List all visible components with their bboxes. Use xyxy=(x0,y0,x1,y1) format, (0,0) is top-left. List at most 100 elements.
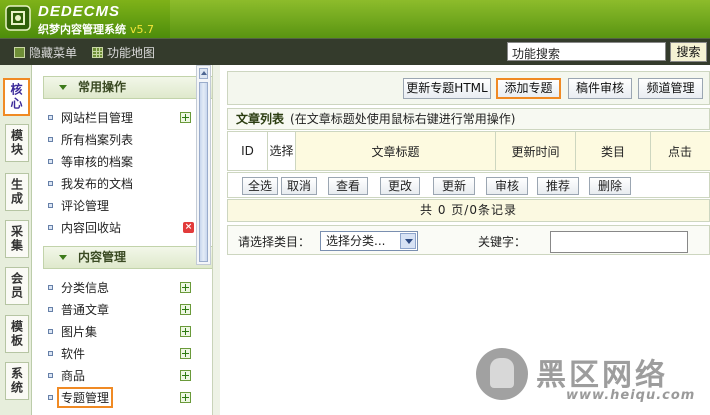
col-updated: 更新时间 xyxy=(496,132,576,170)
menu-item-label: 分类信息 xyxy=(61,280,110,295)
grid-map-icon xyxy=(92,47,103,58)
header-band xyxy=(170,0,710,38)
list-title-bar: 文章列表 (在文章标题处使用鼠标右键进行常用操作) xyxy=(227,108,710,130)
tab-members[interactable]: 会员 xyxy=(5,267,29,305)
logo-text: DEDECMS xyxy=(38,3,121,20)
channel-manage-button[interactable]: 频道管理 xyxy=(638,78,703,99)
bullet-icon xyxy=(48,136,53,142)
menu-item-products[interactable]: 商品 xyxy=(48,365,213,385)
menu-item-software[interactable]: 软件 xyxy=(48,343,213,363)
category-label: 请选择类目： xyxy=(238,235,311,249)
section-content-manage[interactable]: 内容管理 xyxy=(43,246,216,269)
watermark-url: www.heiqu.com xyxy=(566,388,696,403)
update-topic-html-button[interactable]: 更新专题HTML xyxy=(403,78,491,99)
menu-item-label: 普通文章 xyxy=(61,302,110,317)
menu-scrollbar[interactable] xyxy=(196,65,211,265)
col-category: 类目 xyxy=(576,132,651,170)
menu-item-label: 商品 xyxy=(61,368,86,383)
list-title: 文章列表 xyxy=(236,112,285,126)
collapse-arrow-icon xyxy=(59,255,67,260)
bullet-icon xyxy=(48,114,53,120)
col-select: 选择 xyxy=(268,132,296,170)
tab-generate[interactable]: 生成 xyxy=(5,173,29,211)
search-button[interactable]: 搜索 xyxy=(670,42,707,62)
menu-item-label: 软件 xyxy=(61,346,86,361)
menu-item-image-sets[interactable]: 图片集 xyxy=(48,321,213,341)
bullet-icon xyxy=(48,350,53,356)
bulk-actions: 全选 取消 查看 更改 更新 审核 推荐 删除 xyxy=(227,172,710,198)
add-icon[interactable] xyxy=(180,391,191,403)
menu-item-all-archives[interactable]: 所有档案列表 xyxy=(48,129,213,149)
action-toolbar: 更新专题HTML 添加专题 稿件审核 频道管理 xyxy=(227,71,710,105)
watermark-logo-icon xyxy=(476,348,528,400)
tab-collect[interactable]: 采集 xyxy=(5,220,29,258)
scroll-thumb[interactable] xyxy=(199,82,208,262)
bullet-icon xyxy=(48,180,53,186)
menu-item-articles[interactable]: 普通文章 xyxy=(48,299,213,319)
tab-core[interactable]: 核心 xyxy=(3,78,30,116)
site-map-button[interactable]: 功能地图 xyxy=(92,44,155,61)
scroll-up-icon[interactable] xyxy=(199,68,208,79)
section-title: 内容管理 xyxy=(78,250,127,264)
bullet-icon xyxy=(48,328,53,334)
menu-item-label: 所有档案列表 xyxy=(61,132,134,147)
hide-menu-button[interactable]: 隐藏菜单 xyxy=(14,44,77,61)
view-button[interactable]: 查看 xyxy=(328,177,368,195)
keyword-label: 关键字： xyxy=(478,235,527,249)
menu-item-classified[interactable]: 分类信息 xyxy=(48,277,213,297)
add-icon[interactable] xyxy=(180,347,191,359)
menu-item-my-documents[interactable]: 我发布的文档 xyxy=(48,173,213,193)
menu-item-topic-manage[interactable]: 专题管理 xyxy=(48,386,213,408)
delete-button[interactable]: 删除 xyxy=(589,177,631,195)
tab-system[interactable]: 系统 xyxy=(5,362,29,400)
update-button[interactable]: 更新 xyxy=(433,177,475,195)
add-icon[interactable] xyxy=(180,111,191,123)
review-submissions-button[interactable]: 稿件审核 xyxy=(568,78,632,99)
bullet-icon xyxy=(48,224,53,230)
panel-splitter[interactable] xyxy=(212,65,220,415)
add-icon[interactable] xyxy=(180,281,191,293)
module-tabs: 核心 模块 生成 采集 会员 模板 系统 xyxy=(0,65,32,415)
menu-item-label: 评论管理 xyxy=(61,198,110,213)
menu-item-pending-archives[interactable]: 等审核的档案 xyxy=(48,151,213,171)
menu-item-column-manage[interactable]: 网站栏目管理 xyxy=(48,107,213,127)
app-header: DEDECMS 织梦内容管理系统 v5.7 xyxy=(0,0,710,38)
bullet-icon xyxy=(48,306,53,312)
cancel-button[interactable]: 取消 xyxy=(281,177,317,195)
table-header: ID 选择 文章标题 更新时间 类目 点击 xyxy=(227,131,710,171)
tab-templates[interactable]: 模板 xyxy=(5,315,29,353)
bullet-icon xyxy=(48,158,53,164)
add-icon[interactable] xyxy=(180,303,191,315)
add-icon[interactable] xyxy=(180,325,191,337)
add-icon[interactable] xyxy=(180,369,191,381)
menu-item-comments[interactable]: 评论管理 xyxy=(48,195,213,215)
list-hint: (在文章标题处使用鼠标右键进行常用操作) xyxy=(290,112,516,126)
section-common-ops[interactable]: 常用操作 xyxy=(43,76,216,99)
edit-button[interactable]: 更改 xyxy=(380,177,420,195)
delete-icon[interactable]: × xyxy=(183,221,194,233)
function-search-input[interactable]: 功能搜索 xyxy=(507,42,666,61)
side-menu: 常用操作 网站栏目管理 所有档案列表 等审核的档案 我发布的文档 评论管理 内容… xyxy=(33,65,216,415)
menu-item-recycle-bin[interactable]: 内容回收站 × xyxy=(48,217,213,237)
menu-item-label: 网站栏目管理 xyxy=(61,110,134,125)
collapse-arrow-icon xyxy=(59,85,67,90)
chevron-down-icon[interactable] xyxy=(400,233,416,249)
add-topic-button[interactable]: 添加专题 xyxy=(496,78,561,99)
pagination-info: 共 0 页/0条记录 xyxy=(227,199,710,222)
review-button[interactable]: 审核 xyxy=(486,177,528,195)
menu-item-label: 内容回收站 xyxy=(61,220,122,235)
keyword-input[interactable] xyxy=(550,231,688,253)
col-title: 文章标题 xyxy=(296,132,496,170)
hide-menu-label: 隐藏菜单 xyxy=(29,46,78,60)
category-select[interactable]: 选择分类... xyxy=(320,231,418,251)
menu-item-label: 专题管理 xyxy=(57,386,114,408)
bullet-icon xyxy=(48,372,53,378)
recommend-button[interactable]: 推荐 xyxy=(537,177,579,195)
sidebar-toggle-icon xyxy=(14,47,25,58)
bullet-icon xyxy=(48,202,53,208)
select-all-button[interactable]: 全选 xyxy=(242,177,278,195)
logo-subtitle-text: 织梦内容管理系统 xyxy=(38,23,126,36)
section-title: 常用操作 xyxy=(78,80,127,94)
menu-item-label: 等审核的档案 xyxy=(61,154,134,169)
tab-modules[interactable]: 模块 xyxy=(5,124,29,162)
